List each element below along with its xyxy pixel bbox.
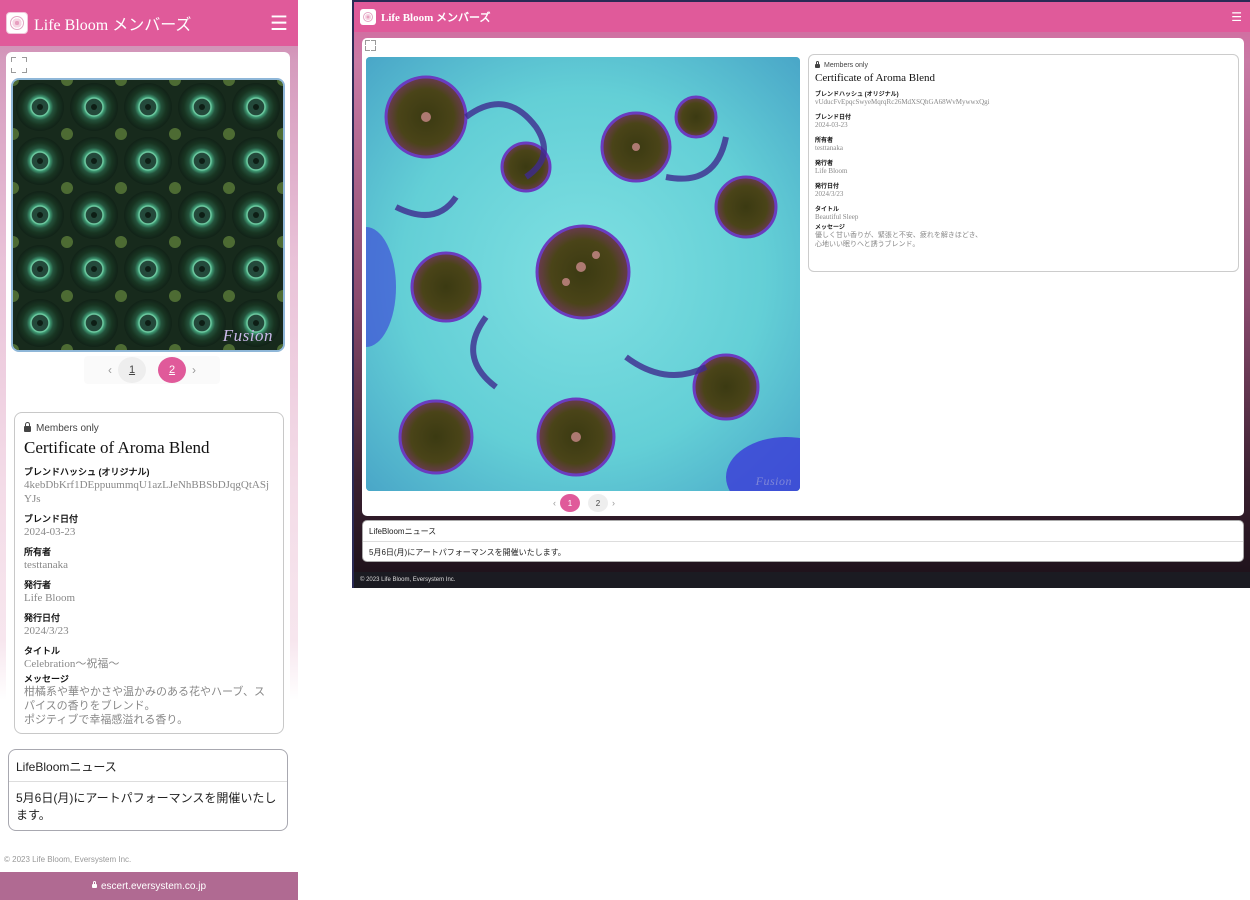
field-value-title: Celebration〜祝福〜 (24, 658, 120, 670)
certificate-title: Certificate of Aroma Blend (815, 72, 936, 84)
message-line: 優しく甘い香りが、緊張と不安、疲れを解きほどき、 (815, 231, 983, 239)
field-value-blend-hash: 4kebDbKrf1DEppuummqU1azLJeNhBBSbDJqgQtAS… (24, 479, 270, 505)
field-label-owner: 所有者 (24, 547, 52, 557)
message-line: ポジティブで幸福感溢れる香り。 (24, 714, 189, 726)
fullscreen-expand-icon[interactable] (11, 57, 27, 73)
field-label-blend-hash: ブレンドハッシュ (オリジナル) (815, 92, 899, 98)
field-label-title: タイトル (24, 646, 61, 656)
pager-next-icon[interactable]: › (612, 498, 615, 508)
fullscreen-expand-icon[interactable] (365, 40, 376, 51)
fractal-artwork-image: Fusion (11, 78, 285, 352)
field-label-owner: 所有者 (815, 138, 834, 144)
members-only-badge: Members only (815, 60, 1232, 69)
field-value-issue-date: 2024/3/23 (24, 625, 69, 637)
field-value-message: 柑橘系や華やかさや温かみのある花やハーブ、スパイスの香りをブレンド。 ポジティブ… (24, 685, 274, 727)
message-line: 柑橘系や華やかさや温かみのある花やハーブ、スパイスの香りをブレンド。 (24, 686, 266, 712)
app-title: Life Bloom メンバーズ (34, 17, 192, 34)
flower-logo-icon[interactable] (360, 9, 376, 25)
fractal-artwork-image: Fusion (366, 57, 800, 491)
browser-url-bar[interactable]: escert.eversystem.co.jp (0, 872, 298, 900)
field-label-issue-date: 発行日付 (815, 184, 840, 190)
pager-page-1[interactable]: 1 (560, 494, 580, 512)
pager-next-icon[interactable]: › (192, 363, 196, 377)
artwork-watermark: Fusion (222, 326, 273, 345)
news-card: LifeBloomニュース 5月6日(月)にアートパフォーマンスを開催いたします… (362, 520, 1244, 562)
footer-copyright: © 2023 Life Bloom, Eversystem Inc. (0, 848, 298, 872)
news-title: LifeBloomニュース (363, 521, 1243, 542)
message-line: 心地いい眠りへと誘うブレンド。 (815, 240, 920, 248)
pager-page-2[interactable]: 2 (158, 357, 186, 383)
news-body: 5月6日(月)にアートパフォーマンスを開催いたします。 (369, 548, 566, 557)
hamburger-menu-button[interactable]: ☰ (270, 11, 288, 36)
field-value-title: Beautiful Sleep (815, 213, 859, 221)
lock-icon (24, 421, 31, 432)
field-value-blend-date: 2024-03-23 (24, 526, 76, 538)
news-title: LifeBloomニュース (9, 750, 287, 782)
field-value-blend-hash: vUducFvEpqcSwyeMqrqRc26MdXSQhGA68WvMywwx… (815, 98, 990, 106)
certificate-card: Members only Certificate of Aroma Blend … (808, 54, 1239, 272)
news-card: LifeBloomニュース 5月6日(月)にアートパフォーマンスを開催いたします… (8, 749, 288, 831)
field-label-message: メッセージ (24, 674, 69, 684)
artwork-pager: ‹ 1 2 › (84, 356, 220, 384)
hamburger-menu-button[interactable]: ☰ (1231, 10, 1242, 24)
artwork-card: Fusion ‹ 1 2 › Members only Certificate … (362, 38, 1244, 516)
url-lock-icon (91, 881, 97, 888)
field-label-blend-hash: ブレンドハッシュ (オリジナル) (24, 467, 150, 477)
pager-page-1[interactable]: 1 (118, 357, 146, 383)
pager-prev-icon[interactable]: ‹ (108, 363, 112, 377)
certificate-title: Certificate of Aroma Blend (24, 438, 210, 457)
field-label-blend-date: ブレンド日付 (815, 115, 852, 121)
url-text: escert.eversystem.co.jp (100, 880, 207, 892)
members-only-badge: Members only (24, 421, 274, 434)
lock-icon (815, 60, 820, 68)
pager-prev-icon[interactable]: ‹ (553, 498, 556, 508)
fractal-artwork-graphic (366, 57, 800, 491)
top-app-bar: Life Bloom メンバーズ ☰ (354, 2, 1250, 32)
artwork-card: Fusion ‹ 1 2 › Members only Certificate … (6, 52, 290, 742)
desktop-screen: Life Bloom メンバーズ ☰ Fusion ‹ 1 2 › Member… (352, 0, 1250, 588)
field-value-owner: testtanaka (815, 144, 843, 152)
members-only-label: Members only (36, 423, 99, 434)
field-label-issuer: 発行者 (815, 161, 834, 167)
members-only-label: Members only (824, 62, 868, 69)
footer-copyright: © 2023 Life Bloom, Eversystem Inc. (354, 572, 1250, 588)
field-label-message: メッセージ (815, 225, 845, 231)
field-value-issuer: Life Bloom (815, 167, 848, 175)
top-app-bar: Life Bloom メンバーズ ☰ (0, 0, 298, 46)
field-label-issuer: 発行者 (24, 580, 52, 590)
pager-page-2[interactable]: 2 (588, 494, 608, 512)
field-value-issue-date: 2024/3/23 (815, 190, 844, 198)
field-value-message: 優しく甘い香りが、緊張と不安、疲れを解きほどき、 心地いい眠りへと誘うブレンド。 (815, 231, 1232, 249)
field-value-blend-date: 2024-03-23 (815, 121, 848, 129)
field-label-title: タイトル (815, 207, 840, 213)
artwork-pager: ‹ 1 2 › (534, 493, 634, 513)
app-title: Life Bloom メンバーズ (381, 12, 491, 24)
news-body: 5月6日(月)にアートパフォーマンスを開催いたします。 (16, 791, 277, 822)
field-value-issuer: Life Bloom (24, 592, 76, 604)
certificate-card: Members only Certificate of Aroma Blend … (14, 412, 284, 734)
field-label-blend-date: ブレンド日付 (24, 514, 79, 524)
artwork-watermark: Fusion (755, 474, 792, 488)
field-value-owner: testtanaka (24, 559, 68, 571)
mobile-screen: Life Bloom メンバーズ ☰ Fusion ‹ 1 2 › Member… (0, 0, 298, 900)
fractal-artwork-graphic (13, 80, 283, 350)
field-label-issue-date: 発行日付 (24, 613, 61, 623)
flower-logo-icon[interactable] (6, 12, 28, 34)
